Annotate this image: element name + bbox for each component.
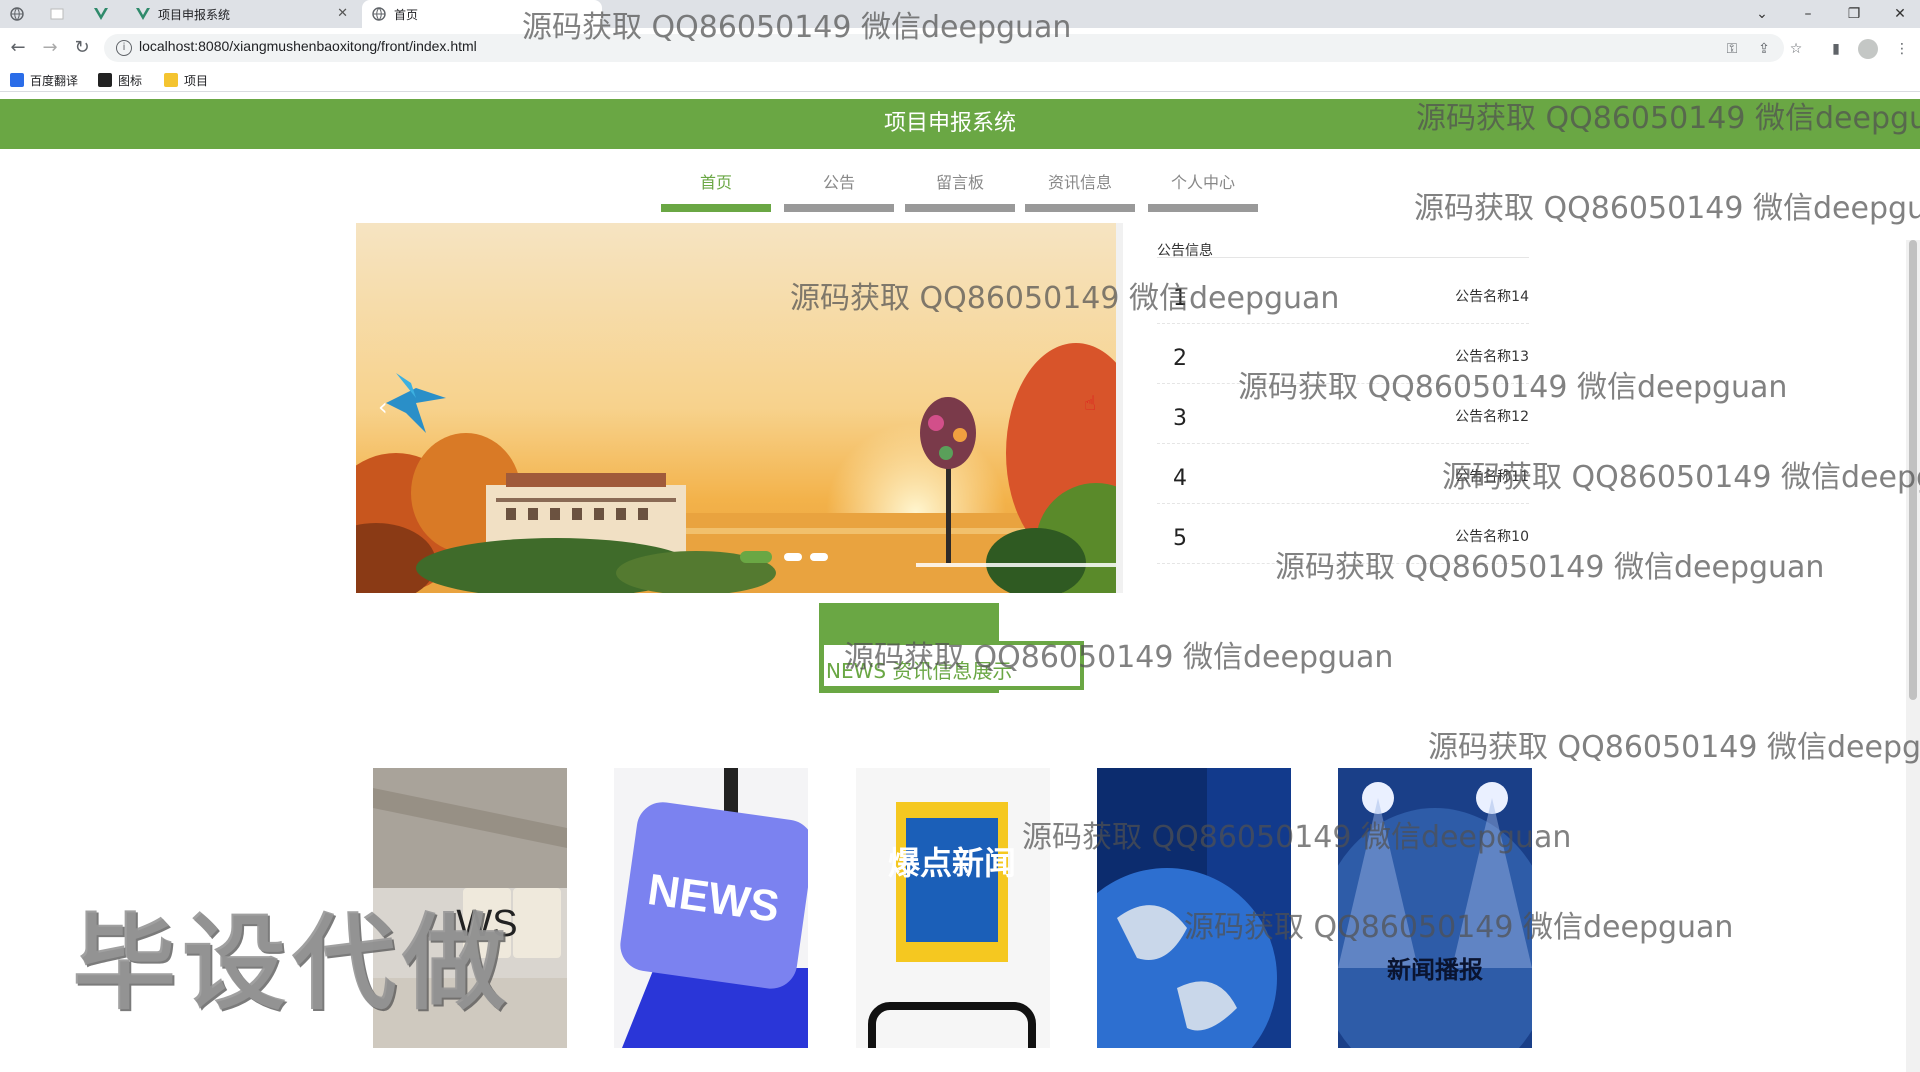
bookmark-star-icon[interactable]: ☆ bbox=[1786, 39, 1806, 59]
carousel-dot[interactable] bbox=[810, 553, 828, 561]
menu-dots-icon[interactable]: ⋮ bbox=[1892, 39, 1912, 59]
translate-icon bbox=[10, 73, 24, 87]
bookmarks-bar bbox=[0, 68, 1920, 92]
close-window-button[interactable]: ✕ bbox=[1880, 2, 1920, 26]
watermark-text: 源码获取 QQ86050149 微信deepguan bbox=[522, 10, 1072, 45]
promo-stamp: 毕设代做 bbox=[72, 902, 513, 1024]
nav-news[interactable]: 资讯信息 bbox=[1025, 168, 1135, 212]
notice-number: 5 bbox=[1173, 526, 1187, 551]
carousel-dot[interactable] bbox=[784, 553, 802, 561]
notice-title[interactable]: 公告名称14 bbox=[1455, 286, 1529, 306]
info-icon[interactable]: i bbox=[116, 40, 132, 56]
cursor-hand-icon: ☝ bbox=[1084, 391, 1097, 415]
minimize-button[interactable]: – bbox=[1788, 2, 1828, 26]
profile-avatar-icon[interactable] bbox=[1858, 39, 1878, 59]
nav-label: 资讯信息 bbox=[1047, 173, 1112, 192]
browser-tab-3[interactable] bbox=[94, 0, 122, 28]
watermark-text: 源码获取 QQ86050149 微信deepg bbox=[1442, 460, 1920, 495]
news-card-caption: 爆点新闻 bbox=[888, 844, 1016, 882]
folder-icon bbox=[164, 73, 178, 87]
watermark-text: 源码获取 QQ86050149 微信deepguan bbox=[1275, 550, 1825, 585]
news-card-2[interactable]: NEWS bbox=[614, 768, 808, 1048]
notice-number: 2 bbox=[1173, 346, 1187, 371]
bookmark-label: 图标 bbox=[118, 73, 143, 88]
nav-notice[interactable]: 公告 bbox=[784, 168, 894, 212]
browser-tab-2[interactable] bbox=[50, 0, 80, 28]
watermark-text: 源码获取 QQ86050149 微信deepguan bbox=[1184, 910, 1734, 945]
bookmark-label: 百度翻译 bbox=[30, 73, 79, 88]
nav-label: 个人中心 bbox=[1170, 173, 1235, 192]
tab-search-chevron-icon[interactable]: ⌄ bbox=[1742, 2, 1782, 26]
back-arrow-icon[interactable]: ← bbox=[6, 36, 30, 60]
vue-logo-icon bbox=[94, 7, 108, 21]
key-icon[interactable]: ⚿ bbox=[1722, 39, 1742, 59]
tab-label: 首页 bbox=[394, 7, 419, 22]
side-panel-icon[interactable]: ▮ bbox=[1826, 39, 1846, 59]
nav-underline bbox=[1148, 204, 1258, 212]
vue-logo-icon bbox=[136, 7, 150, 21]
nav-message-board[interactable]: 留言板 bbox=[905, 168, 1015, 212]
notice-number: 4 bbox=[1173, 466, 1187, 491]
news-card-caption: 新闻播报 bbox=[1387, 956, 1483, 984]
reload-icon[interactable]: ↻ bbox=[70, 36, 94, 60]
news-chat-bubble-image: NEWS bbox=[614, 768, 808, 1048]
nav-home[interactable]: 首页 bbox=[661, 168, 771, 212]
nav-label: 首页 bbox=[699, 173, 732, 192]
nav-underline bbox=[784, 204, 894, 212]
restore-button[interactable]: ❐ bbox=[1834, 2, 1874, 26]
url-text[interactable]: localhost:8080/xiangmushenbaoxitong/fron… bbox=[139, 38, 477, 54]
watermark-text: 源码获取 QQ86050149 微信deepguan bbox=[790, 281, 1340, 316]
carousel-dot-active[interactable] bbox=[740, 551, 772, 563]
image-icon bbox=[98, 73, 112, 87]
nav-personal-center[interactable]: 个人中心 bbox=[1148, 168, 1258, 212]
watermark-text: 源码获取 QQ86050149 微信deepgu bbox=[1416, 101, 1920, 136]
nav-underline bbox=[1025, 204, 1135, 212]
forward-arrow-icon[interactable]: → bbox=[38, 36, 62, 60]
watermark-text: 源码获取 QQ86050149 微信deepgua bbox=[1414, 191, 1920, 226]
watermark-text: 源码获取 QQ86050149 微信deepguan bbox=[1238, 370, 1788, 405]
news-card-3[interactable]: 爆点新闻 bbox=[856, 768, 1050, 1048]
close-tab-icon[interactable]: ✕ bbox=[337, 6, 348, 21]
news-poster-image: 爆点新闻 bbox=[856, 768, 1050, 1048]
nav-underline bbox=[661, 204, 771, 212]
watermark-text: 源码获取 QQ86050149 微信deepguan bbox=[1022, 820, 1572, 855]
globe-icon bbox=[372, 7, 386, 21]
bookmark-project-folder[interactable]: 项目 bbox=[164, 71, 208, 89]
bookmark-label: 项目 bbox=[184, 73, 209, 88]
tab-label: 项目申报系统 bbox=[158, 7, 231, 22]
notice-title[interactable]: 公告名称12 bbox=[1455, 406, 1529, 426]
share-icon[interactable]: ⇪ bbox=[1754, 39, 1774, 59]
browser-tab-project[interactable]: 项目申报系统 ✕ bbox=[132, 0, 358, 28]
notice-number: 3 bbox=[1173, 406, 1187, 431]
notice-heading: 公告信息 bbox=[1157, 240, 1529, 259]
watermark-text: 源码获取 QQ86050149 微信deepgu bbox=[1428, 730, 1920, 765]
nav-label: 留言板 bbox=[935, 173, 984, 192]
browser-tab-1[interactable] bbox=[10, 0, 40, 28]
watermark-text: 源码获取 QQ86050149 微信deepguan bbox=[844, 640, 1394, 675]
carousel-prev-button[interactable]: ‹ bbox=[378, 393, 398, 421]
nav-label: 公告 bbox=[822, 173, 855, 192]
page-icon bbox=[50, 7, 64, 21]
bookmark-icons[interactable]: 图标 bbox=[98, 71, 142, 89]
globe-icon bbox=[10, 7, 24, 21]
bookmark-baidu-translate[interactable]: 百度翻译 bbox=[10, 71, 78, 89]
nav-underline bbox=[905, 204, 1015, 212]
